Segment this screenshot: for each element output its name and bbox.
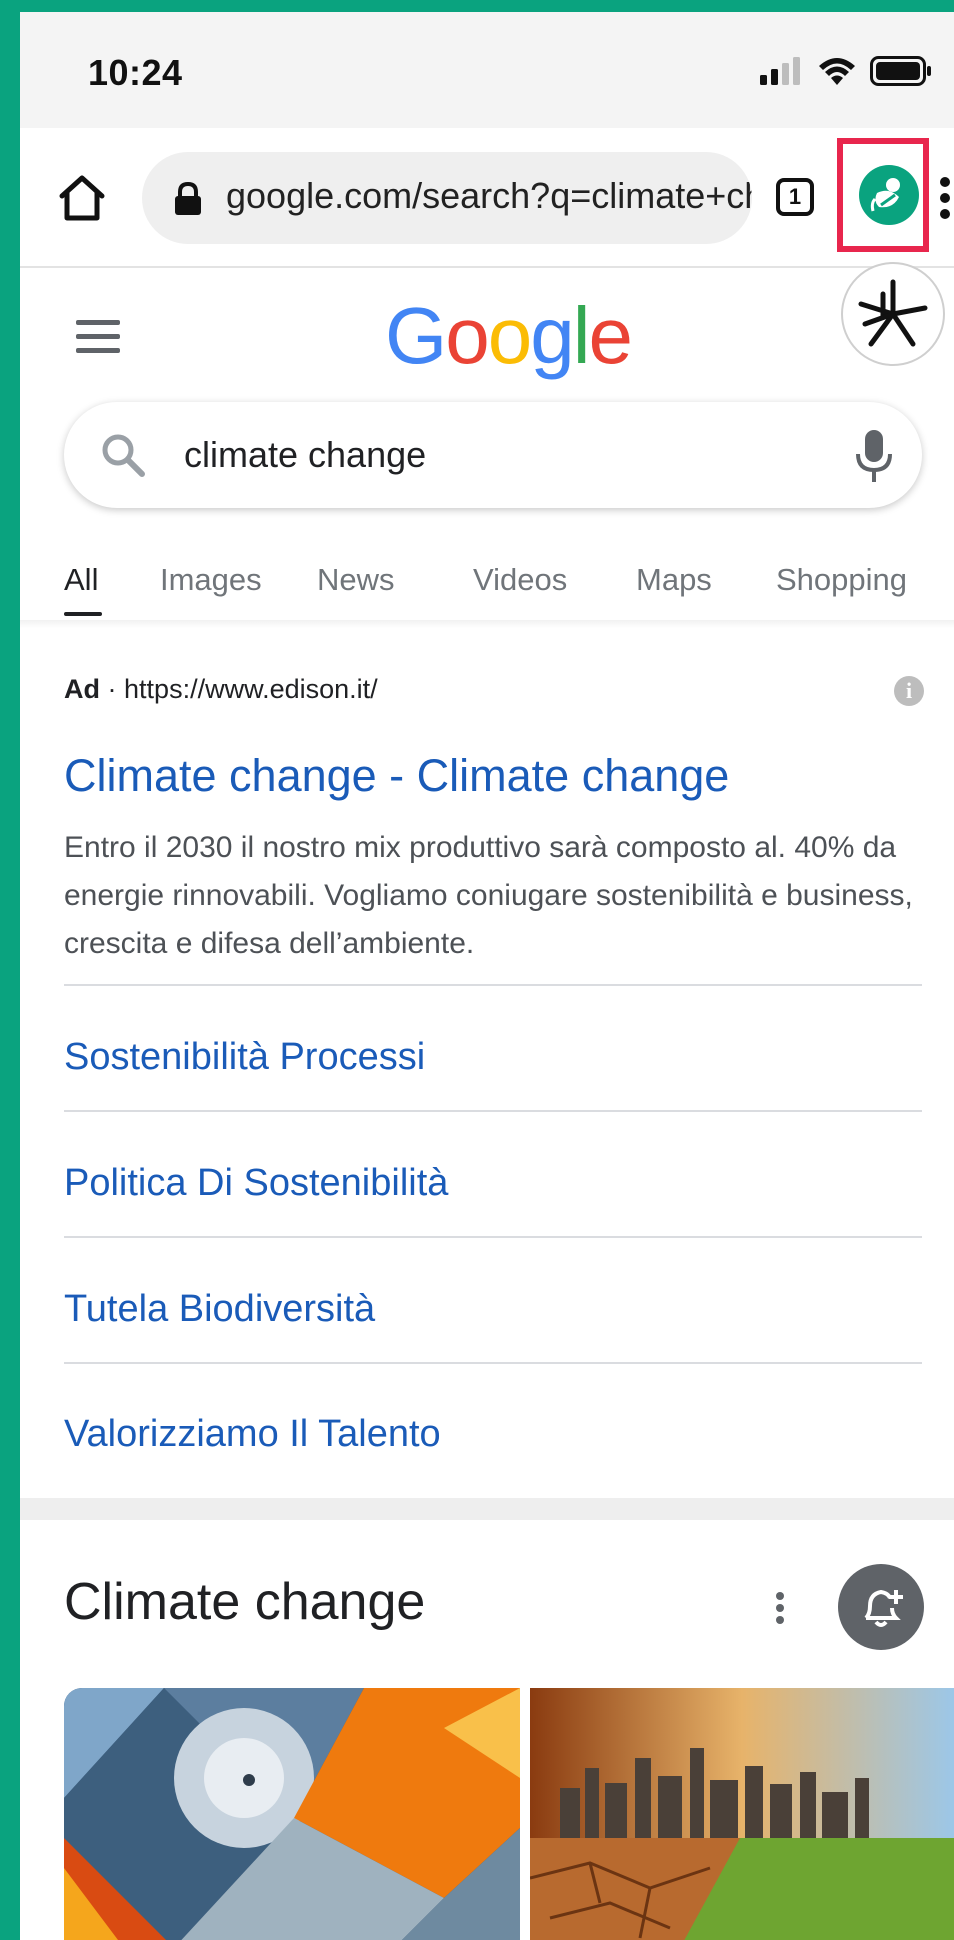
sitelink-tutela-biodiversita[interactable]: Tutela Biodiversità [64,1288,375,1331]
divider [64,1236,922,1238]
phone-screen: 10:24 google.com/search?q=climate+c 1 Go… [20,12,954,1940]
leaf-globe-icon [870,178,900,212]
logo-letter: o [445,291,489,380]
hurricane-wildfire-image [64,1688,520,1940]
extension-highlight [837,138,929,252]
status-icons [760,56,932,86]
ad-source-line: Ad · https://www.edison.it/ [64,674,378,705]
knowledge-panel-title: Climate change [64,1573,426,1631]
lock-icon [175,182,201,215]
climate-image-collage[interactable] [64,1688,520,1940]
tab-news[interactable]: News [317,562,395,598]
divider [64,984,922,986]
ad-description: Entro il 2030 il nostro mix produttivo s… [64,831,913,960]
address-bar[interactable]: google.com/search?q=climate+change [142,152,752,244]
more-options-icon[interactable] [774,1590,786,1626]
status-bar: 10:24 [20,12,954,128]
tab-videos[interactable]: Videos [473,562,567,598]
account-avatar[interactable] [841,262,945,366]
sitelink-sostenibilita-processi[interactable]: Sostenibilità Processi [64,1036,425,1079]
active-tab-indicator [64,612,102,616]
ad-title-link[interactable]: Climate change - Climate change [64,750,729,802]
ad-badge: Ad [64,674,100,704]
hamburger-menu-icon[interactable] [76,320,120,362]
ad-url[interactable]: https://www.edison.it/ [124,674,378,704]
asterisk-logo-icon [858,279,928,347]
logo-letter: G [385,291,447,380]
wifi-icon [819,58,855,85]
search-tabs: All Images News Videos Maps Shopping [20,542,954,622]
section-separator [20,1498,954,1520]
drought-city-picture [530,1688,954,1940]
tab-all[interactable]: All [64,562,98,598]
extension-icon[interactable] [859,165,919,225]
browser-menu-icon[interactable] [938,176,952,220]
tab-images[interactable]: Images [160,562,262,598]
divider [64,1110,922,1112]
logo-letter: g [530,291,574,380]
url-text: google.com/search?q=climate+change [226,175,752,216]
header-divider [20,620,954,628]
divider [64,1362,922,1364]
battery-icon [870,56,931,86]
follow-bell-button[interactable] [838,1564,924,1650]
logo-letter: l [572,291,591,380]
ad-separator: · [107,674,117,704]
info-icon[interactable]: i [894,676,924,706]
tab-shopping[interactable]: Shopping [776,562,907,598]
search-icon[interactable] [100,432,146,478]
tab-maps[interactable]: Maps [636,562,712,598]
home-icon[interactable] [56,172,108,224]
search-input[interactable]: climate change [184,434,426,476]
sitelink-valorizziamo-talento[interactable]: Valorizziamo Il Talento [64,1413,441,1456]
sitelink-politica-sostenibilita[interactable]: Politica Di Sostenibilità [64,1162,448,1205]
browser-toolbar: google.com/search?q=climate+change 1 [20,128,954,268]
bell-plus-icon [864,1589,903,1627]
tab-switcher-button[interactable]: 1 [776,178,814,216]
microphone-icon[interactable] [854,428,894,484]
status-time: 10:24 [88,52,183,93]
drought-city-image[interactable] [530,1688,954,1940]
logo-letter: o [487,291,532,380]
signal-icon [760,57,800,85]
search-box[interactable]: climate change [64,402,922,508]
logo-letter: e [588,291,633,380]
google-logo[interactable]: Google [385,290,633,382]
